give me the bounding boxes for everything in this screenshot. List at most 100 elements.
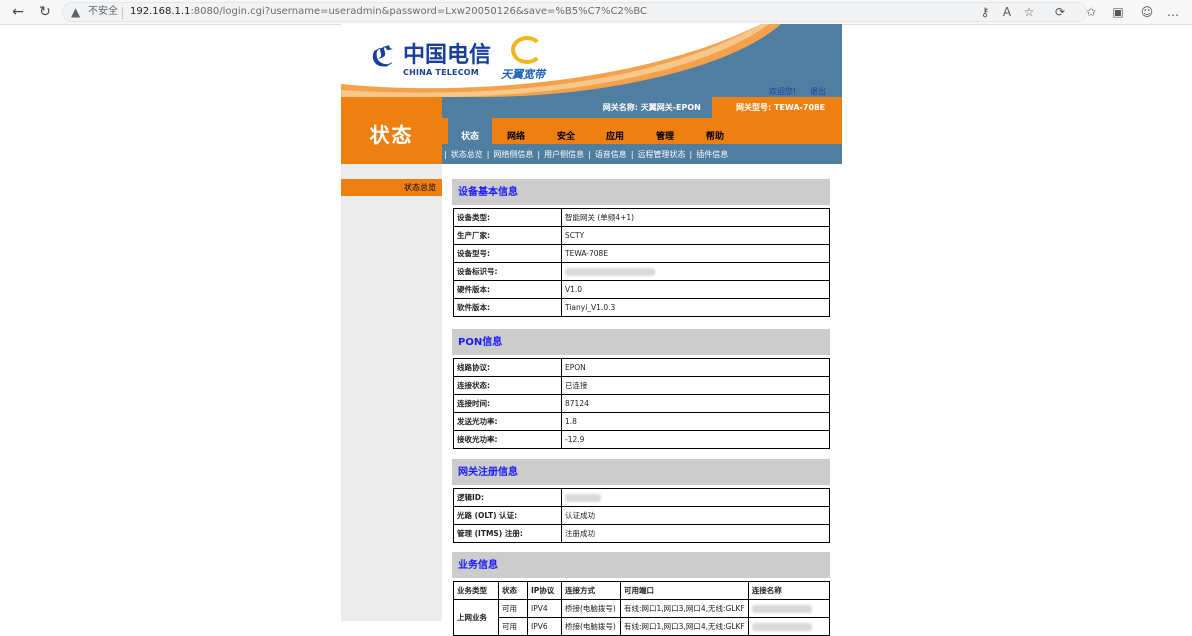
sidebar-item-overview[interactable]: 状态总览: [341, 179, 442, 196]
sub-divider: |: [630, 150, 634, 159]
row-value: 已连接: [561, 376, 830, 395]
table-header-row: 业务类型 状态 IP协议 连接方式 可用端口 连接名称: [453, 581, 831, 600]
status-block: 状态: [341, 97, 442, 164]
tab-security[interactable]: 安全: [544, 118, 588, 144]
table-row: 光路 (OLT) 认证: 认证成功: [453, 506, 830, 525]
key-icon[interactable]: ⚷: [977, 4, 993, 20]
address-bar[interactable]: ▲ 不安全 192.168.1.1:8080/login.cgi?usernam…: [62, 2, 1087, 22]
read-aloud-icon[interactable]: A: [999, 4, 1015, 20]
subtab-remote-management[interactable]: 远程管理状态: [636, 150, 688, 159]
main-tabs: 状态 网络 安全 应用 管理 帮助: [442, 118, 842, 144]
table-row: 可用 IPV6 桥接(电脑拨号) 有线:网口1,网口3,网口4,无线:GLKF: [454, 617, 831, 636]
table-row: 设备型号: TEWA-708E: [453, 244, 830, 263]
subtab-voice[interactable]: 语音信息: [593, 150, 629, 159]
gateway-model: 网关型号: TEWA-708E: [712, 97, 842, 118]
refresh-icon[interactable]: ↻: [36, 3, 54, 21]
row-key: 管理 (ITMS) 注册:: [453, 524, 562, 543]
favorites-bar-icon[interactable]: ✩: [1083, 4, 1099, 20]
col-header: IP协议: [527, 581, 562, 600]
collections-icon[interactable]: ▣: [1110, 4, 1126, 20]
cell-status: 可用: [498, 617, 528, 636]
subtab-user-side[interactable]: 用户侧信息: [542, 150, 586, 159]
welcome-link[interactable]: 欢迎您!: [769, 86, 796, 97]
cell-name: [747, 599, 831, 618]
row-key: 硬件版本:: [453, 280, 562, 299]
divider: [122, 7, 123, 19]
subtab-network-side[interactable]: 网络侧信息: [491, 150, 535, 159]
profile-icon[interactable]: ☺: [1139, 4, 1155, 20]
col-header: 状态: [498, 581, 528, 600]
pon-section-title: PON信息: [452, 329, 830, 355]
redacted-value: [751, 623, 812, 631]
row-value: [561, 262, 830, 281]
row-key: 设备型号:: [453, 244, 562, 263]
row-key: 设备类型:: [453, 208, 562, 227]
row-key: 线路协议:: [453, 358, 562, 377]
gateway-name-label: 网关名称:: [602, 103, 638, 112]
col-header: 业务类型: [453, 581, 499, 600]
tab-management[interactable]: 管理: [643, 118, 687, 144]
subtab-plugin[interactable]: 插件信息: [694, 150, 730, 159]
back-icon[interactable]: ←: [9, 3, 27, 21]
tianyi-logo: 天翼宽带: [499, 36, 559, 86]
sidebar: 状态总览: [341, 164, 442, 621]
service-info-table: 业务类型 状态 IP协议 连接方式 可用端口 连接名称 上网业务 可用 IPV4…: [453, 581, 831, 636]
page-title: 状态: [369, 123, 414, 147]
subtab-overview[interactable]: 状态总览: [449, 150, 485, 159]
sub-tabs: | 状态总览 | 网络侧信息 | 用户侧信息 | 语音信息 | 远程管理状态 | 插件信息: [442, 144, 842, 164]
row-value: 智能网关 (单频4+1): [561, 208, 830, 227]
url-text[interactable]: 192.168.1.1:8080/login.cgi?username=user…: [130, 6, 647, 18]
logo-cn-text: 中国电信: [403, 42, 492, 68]
row-value: Tianyi_V1.0.3: [561, 298, 830, 317]
device-info-table: 设备类型: 智能网关 (单频4+1) 生产厂家: SCTY 设备型号: TEWA-70…: [453, 208, 830, 317]
header-banner: ℭ 中国电信 CHINA TELECOM 天翼宽带 欢迎您! 退出: [341, 24, 842, 97]
table-row: 硬件版本: V1.0: [453, 280, 830, 299]
table-row: 管理 (ITMS) 注册: 注册成功: [453, 524, 830, 543]
cell-ip: IPV4: [527, 599, 562, 618]
table-row: 软件版本: Tianyi_V1.0.3: [453, 298, 830, 317]
row-key: 软件版本:: [453, 298, 562, 317]
row-key: 连接状态:: [453, 376, 562, 395]
cell-ports: 有线:网口1,网口3,网口4,无线:GLKF: [620, 617, 749, 636]
tab-status[interactable]: 状态: [448, 118, 492, 144]
logout-link[interactable]: 退出: [810, 86, 826, 97]
gateway-model-value: TEWA-708E: [774, 103, 826, 112]
row-value: SCTY: [561, 226, 830, 245]
sub-divider: |: [588, 150, 591, 159]
china-telecom-logo: ℭ 中国电信 CHINA TELECOM: [371, 42, 511, 82]
gateway-info: 网关名称: 天翼网关-EPON 网关型号: TEWA-708E: [442, 97, 842, 118]
device-section-title: 设备基本信息: [452, 179, 830, 205]
row-value: V1.0: [561, 280, 830, 299]
row-value: 87124: [561, 394, 830, 413]
tab-network[interactable]: 网络: [494, 118, 538, 144]
tianyi-text: 天翼宽带: [501, 68, 545, 81]
col-header: 可用端口: [620, 581, 749, 600]
favorite-icon[interactable]: ☆: [1021, 4, 1037, 20]
cell-mode: 桥接(电脑拨号): [561, 617, 621, 636]
tab-application[interactable]: 应用: [593, 118, 637, 144]
gateway-model-label: 网关型号:: [736, 103, 772, 112]
service-section-title: 业务信息: [452, 552, 830, 578]
telecom-mark-icon: ℭ: [371, 40, 394, 73]
register-info-table: 逻辑ID: 光路 (OLT) 认证: 认证成功 管理 (ITMS) 注册: 注册成功: [453, 488, 830, 543]
table-row: 设备标识号:: [453, 262, 830, 281]
table-row: 设备类型: 智能网关 (单频4+1): [453, 208, 830, 227]
more-icon[interactable]: …: [1165, 4, 1181, 20]
sub-divider: |: [444, 150, 447, 159]
row-value: 1.8: [561, 412, 830, 431]
redacted-value: [751, 605, 812, 613]
url-path: :8080/login.cgi?username=useradmin&passw…: [190, 6, 648, 17]
tab-help[interactable]: 帮助: [693, 118, 737, 144]
extensions-icon[interactable]: ⟳: [1052, 4, 1068, 20]
pon-info-table: 线路协议: EPON 连接状态: 已连接 连接时间: 87124 发送光功率: 1.8 …: [453, 358, 830, 449]
redacted-value: [565, 268, 655, 276]
cell-ports: 有线:网口1,网口3,网口4,无线:GLKF: [620, 599, 749, 618]
table-row: 连接状态: 已连接: [453, 376, 830, 395]
gateway-name: 网关名称: 天翼网关-EPON: [442, 97, 712, 118]
table-row: 上网业务 可用 IPV4 桥接(电脑拨号) 有线:网口1,网口3,网口4,无线:…: [453, 599, 831, 636]
security-label: 不安全: [88, 6, 118, 17]
row-value: 注册成功: [561, 524, 830, 543]
table-row: 连接时间: 87124: [453, 394, 830, 413]
tianyi-swirl-icon: [511, 36, 543, 64]
col-header: 连接方式: [561, 581, 621, 600]
